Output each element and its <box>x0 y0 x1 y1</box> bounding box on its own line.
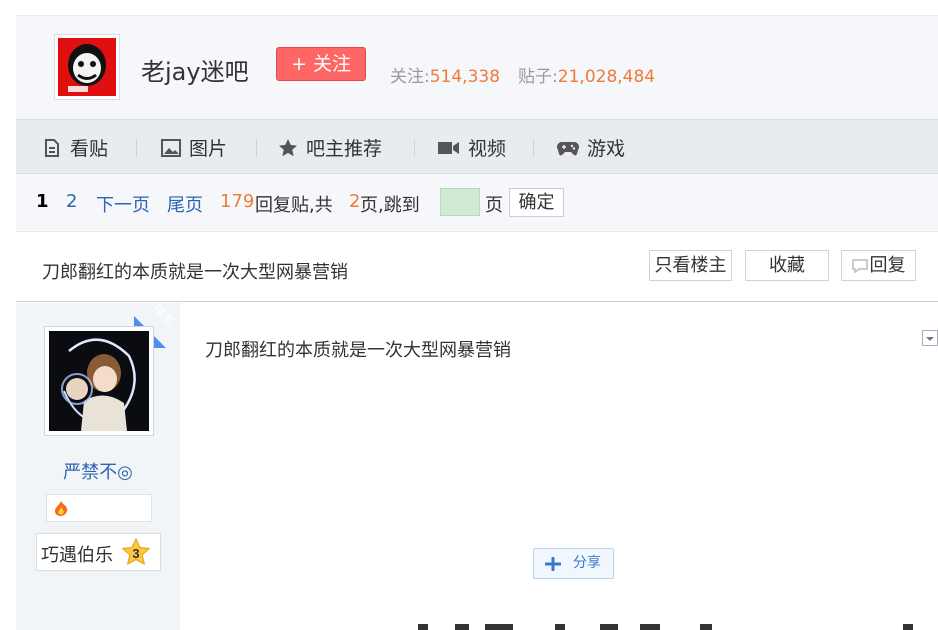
follow-count: 514,338 <box>429 67 501 87</box>
nav-divider <box>414 139 415 157</box>
chevron-down-icon <box>926 337 934 341</box>
tab-images-label: 图片 <box>189 138 228 160</box>
cutoff-text-fragment <box>700 624 712 630</box>
jump-label: 页,跳到 <box>360 195 420 216</box>
tab-videos-label: 视频 <box>468 138 507 160</box>
favorite-button[interactable]: 收藏 <box>745 250 829 281</box>
nav-divider <box>136 139 137 157</box>
forum-logo[interactable] <box>54 34 120 100</box>
star-icon <box>279 138 297 156</box>
tab-recommended-label: 吧主推荐 <box>306 138 383 160</box>
op-tag: 楼主 <box>150 302 178 329</box>
forum-header: 老jay迷吧 + 关注 关注:514,338 贴子:21,028,484 <box>16 15 938 119</box>
forum-name[interactable]: 老jay迷吧 <box>141 52 249 87</box>
forum-stats: 关注:514,338 贴子:21,028,484 <box>390 62 655 87</box>
document-icon <box>45 138 59 157</box>
post-count: 21,028,484 <box>557 67 656 87</box>
post-content: 刀郎翻红的本质就是一次大型网暴营销 <box>205 340 511 361</box>
jump-confirm-button[interactable]: 确定 <box>509 188 564 217</box>
forum-logo-image <box>58 38 116 96</box>
tab-videos[interactable]: 视频 <box>438 120 506 175</box>
cutoff-text-fragment <box>485 624 513 630</box>
tab-games[interactable]: 游戏 <box>557 120 625 175</box>
user-level: 巧遇伯乐 3 <box>36 533 161 571</box>
thread-title: 刀郎翻红的本质就是一次大型网暴营销 <box>42 262 348 283</box>
pagination-bar: 1 2 下一页 尾页 179 回复贴,共 2 页,跳到 页 确定 <box>16 174 938 230</box>
reply-button[interactable]: 回复 <box>841 250 916 281</box>
thread-title-bar: 刀郎翻红的本质就是一次大型网暴营销 只看楼主 收藏 回复 <box>16 231 938 302</box>
nav-divider <box>533 139 534 157</box>
cutoff-text-fragment <box>640 624 660 630</box>
avatar[interactable] <box>44 326 154 436</box>
member-badge[interactable] <box>46 494 152 522</box>
last-page-link[interactable]: 尾页 <box>167 191 203 217</box>
forum-nav: 看贴 图片 吧主推荐 视频 游戏 <box>16 119 938 174</box>
flame-badge-icon <box>55 501 68 516</box>
nav-divider <box>256 139 257 157</box>
tab-games-label: 游戏 <box>587 138 626 160</box>
plus-icon <box>545 557 561 571</box>
author-name[interactable]: 严禁不◎ <box>16 458 180 484</box>
page-jump-input[interactable] <box>440 188 480 216</box>
share-label: 分享 <box>573 555 601 571</box>
level-star-icon: 3 <box>121 538 151 565</box>
reply-count: 179 <box>220 191 255 212</box>
avatar-image <box>49 331 149 431</box>
video-icon <box>438 141 459 154</box>
comment-icon <box>851 259 868 273</box>
level-title: 巧遇伯乐 <box>41 545 113 566</box>
level-number: 3 <box>132 546 139 561</box>
post-count-label: 贴子: <box>518 67 558 87</box>
cutoff-text-fragment <box>418 624 428 630</box>
post-menu-toggle[interactable] <box>922 330 938 346</box>
tieba-thread-page: 老jay迷吧 + 关注 关注:514,338 贴子:21,028,484 看贴 图… <box>0 0 938 630</box>
tab-recommended[interactable]: 吧主推荐 <box>278 120 382 175</box>
next-page-link[interactable]: 下一页 <box>96 191 150 217</box>
share-button[interactable]: 分享 <box>533 548 614 579</box>
page-link-2[interactable]: 2 <box>66 191 77 212</box>
image-icon <box>161 138 181 157</box>
current-page: 1 <box>36 191 49 212</box>
reply-count-suffix: 回复贴,共 <box>255 195 333 216</box>
cutoff-text-fragment <box>455 624 469 630</box>
cutoff-text-fragment <box>555 624 565 630</box>
reply-button-label: 回复 <box>869 255 906 276</box>
cutoff-text-fragment <box>903 624 913 630</box>
tab-posts[interactable]: 看贴 <box>42 120 108 175</box>
cutoff-text-fragment <box>600 624 618 630</box>
tab-posts-label: 看贴 <box>70 138 109 160</box>
total-pages: 2 <box>349 191 361 212</box>
follow-button[interactable]: + 关注 <box>276 47 366 81</box>
gamepad-icon <box>557 141 579 155</box>
follow-count-label: 关注: <box>390 67 430 87</box>
page-unit-label: 页 <box>485 195 503 216</box>
tab-images[interactable]: 图片 <box>161 120 227 175</box>
only-op-button[interactable]: 只看楼主 <box>649 250 732 281</box>
